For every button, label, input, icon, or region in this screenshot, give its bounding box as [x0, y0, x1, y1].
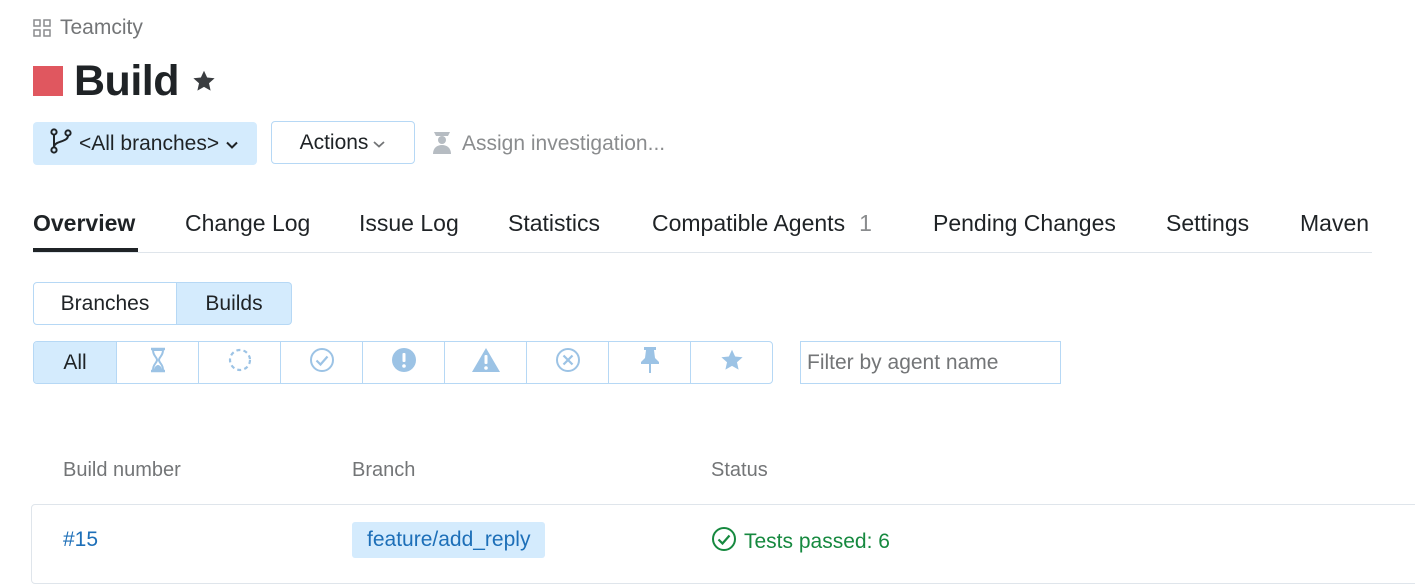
tab-compatible-agents[interactable]: Compatible Agents 1 — [652, 210, 872, 237]
tab-settings[interactable]: Settings — [1166, 210, 1249, 237]
breadcrumb-project[interactable]: Teamcity — [60, 16, 143, 40]
actions-label: Actions — [299, 130, 369, 154]
agent-filter-input[interactable] — [800, 341, 1061, 384]
spinner-icon — [227, 347, 253, 378]
filter-pinned-button[interactable] — [608, 342, 690, 383]
branch-tag[interactable]: feature/add_reply — [352, 522, 546, 558]
check-circle-icon — [711, 526, 737, 558]
chevron-down-icon — [225, 132, 239, 156]
filter-starred-button[interactable] — [690, 342, 772, 383]
filter-cancelled-button[interactable] — [526, 342, 608, 383]
tab-count-badge: 1 — [859, 210, 872, 236]
page-title: Build — [74, 56, 179, 105]
builds-toggle-button[interactable]: Builds — [177, 282, 292, 325]
tab-label: Issue Log — [359, 210, 459, 236]
check-circle-icon — [309, 347, 335, 378]
branch-selector[interactable]: <All branches> — [33, 122, 257, 165]
branch-selector-label: <All branches> — [79, 131, 220, 155]
view-toggle: Branches Builds — [33, 282, 292, 325]
breadcrumb[interactable]: Teamcity — [33, 14, 143, 42]
build-status-filter: All — [33, 341, 773, 384]
build-status-indicator — [33, 66, 63, 96]
star-icon[interactable] — [191, 68, 217, 94]
status-text: Tests passed: 6 — [744, 530, 890, 553]
build-number-link[interactable]: #15 — [63, 528, 98, 552]
exclamation-circle-icon — [391, 347, 417, 378]
assign-investigation-label: Assign investigation... — [462, 132, 666, 155]
tab-bar: Overview Change Log Issue Log Statistics… — [33, 206, 1372, 253]
tab-label: Change Log — [185, 210, 311, 236]
tab-maven[interactable]: Maven — [1300, 210, 1369, 237]
column-header-branch[interactable]: Branch — [352, 459, 415, 482]
branch-icon — [49, 127, 73, 160]
tab-label: Settings — [1166, 210, 1250, 236]
tab-label: Statistics — [508, 210, 601, 236]
filter-running-button[interactable] — [198, 342, 280, 383]
investigator-icon — [430, 127, 454, 161]
branches-toggle-button[interactable]: Branches — [33, 282, 177, 325]
tab-label: Pending Changes — [933, 210, 1116, 236]
tab-statistics[interactable]: Statistics — [508, 210, 600, 237]
branch-name: feature/add_reply — [367, 528, 531, 551]
active-tab-indicator — [33, 248, 138, 252]
hourglass-icon — [148, 347, 168, 378]
grid-icon — [33, 19, 51, 37]
filter-failed-button[interactable] — [362, 342, 444, 383]
build-status-link[interactable]: Tests passed: 6 — [711, 526, 890, 558]
chevron-down-icon — [372, 131, 386, 155]
tab-label: Maven — [1300, 210, 1370, 236]
star-icon — [719, 347, 745, 378]
page-header: Build — [33, 56, 217, 106]
warning-icon — [471, 347, 501, 378]
assign-investigation-button[interactable]: Assign investigation... — [430, 124, 665, 164]
filter-successful-button[interactable] — [280, 342, 362, 383]
pin-icon — [638, 346, 662, 379]
tab-pending-changes[interactable]: Pending Changes — [933, 210, 1116, 237]
actions-button[interactable]: Actions — [271, 121, 415, 164]
filter-all-button[interactable]: All — [34, 342, 116, 383]
tab-overview[interactable]: Overview — [33, 210, 135, 237]
tab-issue-log[interactable]: Issue Log — [359, 210, 459, 237]
x-circle-icon — [555, 347, 581, 378]
tab-change-log[interactable]: Change Log — [185, 210, 310, 237]
column-header-status[interactable]: Status — [711, 459, 768, 482]
tab-label: Compatible Agents — [652, 210, 846, 236]
filter-queued-button[interactable] — [116, 342, 198, 383]
column-header-build-number[interactable]: Build number — [63, 459, 181, 482]
tab-label: Overview — [33, 210, 136, 236]
filter-warning-button[interactable] — [444, 342, 526, 383]
